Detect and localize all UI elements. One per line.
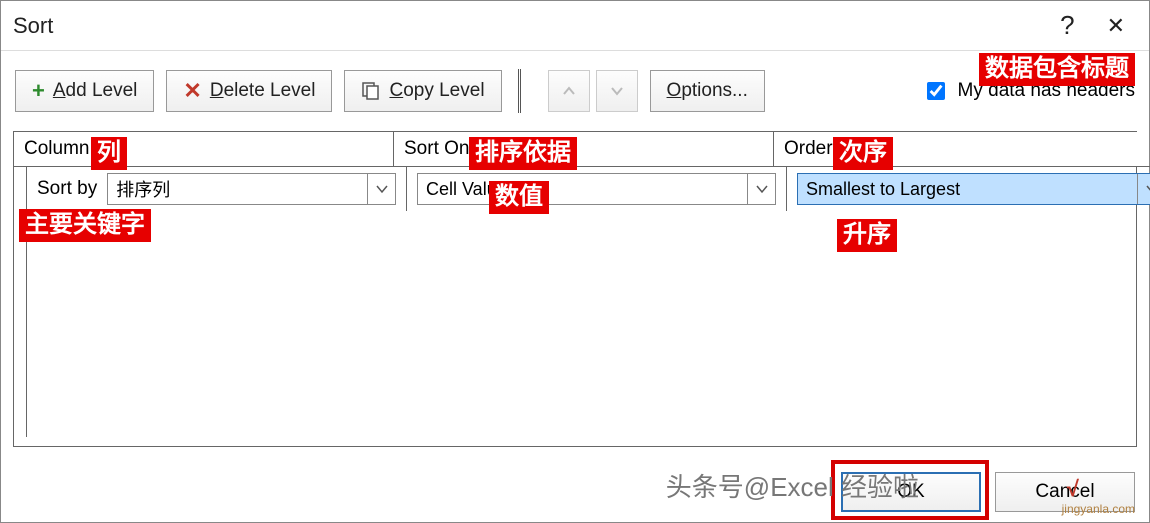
move-up-button[interactable] [548, 70, 590, 112]
sort-row: Sort by 排序列 Cell Values Sma [26, 167, 1124, 437]
ok-button[interactable]: OK [841, 472, 981, 512]
x-icon: ✕ [183, 78, 201, 104]
help-icon[interactable]: ? [1060, 10, 1074, 41]
title-controls: ? ✕ [1060, 10, 1125, 41]
headers-checkbox-group[interactable]: My data has headers [923, 79, 1135, 103]
sort-on-header: Sort On [394, 132, 774, 167]
grid-body: Sort by 排序列 Cell Values Sma [13, 167, 1137, 447]
options-label: Options... [667, 80, 748, 102]
grid-header-row: Column Sort On Order [13, 131, 1137, 167]
chevron-down-icon [747, 174, 775, 204]
delete-level-button[interactable]: ✕ Delete Level [166, 70, 332, 112]
sort-on-dropdown[interactable]: Cell Values [417, 173, 776, 205]
titlebar: Sort ? ✕ [1, 1, 1149, 51]
order-cell: Smallest to Largest [787, 167, 1150, 211]
cancel-button[interactable]: Cancel [995, 472, 1135, 512]
add-level-button[interactable]: + Add Level [15, 70, 154, 112]
sort-dialog: Sort ? ✕ + Add Level ✕ Delete Level Copy… [0, 0, 1150, 523]
headers-label: My data has headers [958, 80, 1135, 102]
sort-by-label: Sort by [37, 178, 97, 200]
copy-icon [361, 81, 381, 101]
move-down-button[interactable] [596, 70, 638, 112]
plus-icon: + [32, 78, 45, 104]
column-dropdown[interactable]: 排序列 [107, 173, 396, 205]
move-buttons [548, 70, 638, 112]
copy-level-button[interactable]: Copy Level [344, 70, 501, 112]
separator [518, 69, 522, 113]
copy-level-label: Copy Level [389, 80, 484, 102]
column-dropdown-value: 排序列 [116, 176, 170, 202]
toolbar: + Add Level ✕ Delete Level Copy Level Op… [1, 51, 1149, 131]
chevron-up-icon [562, 84, 576, 98]
headers-checkbox[interactable] [927, 82, 945, 100]
order-dropdown[interactable]: Smallest to Largest [797, 173, 1150, 205]
chevron-down-icon [610, 84, 624, 98]
add-level-label: Add Level [53, 80, 138, 102]
chevron-down-icon [367, 174, 395, 204]
chevron-down-icon [1137, 174, 1150, 204]
close-icon[interactable]: ✕ [1107, 13, 1125, 39]
sort-on-cell: Cell Values [407, 167, 787, 211]
delete-level-label: Delete Level [210, 80, 316, 102]
dialog-title: Sort [13, 13, 1060, 39]
order-header: Order [774, 132, 1150, 167]
options-button[interactable]: Options... [650, 70, 765, 112]
dialog-footer: OK Cancel [841, 472, 1135, 512]
sort-on-dropdown-value: Cell Values [426, 179, 516, 200]
order-dropdown-value: Smallest to Largest [806, 179, 960, 200]
column-header: Column [14, 132, 394, 167]
sort-by-cell: Sort by 排序列 [27, 167, 407, 211]
